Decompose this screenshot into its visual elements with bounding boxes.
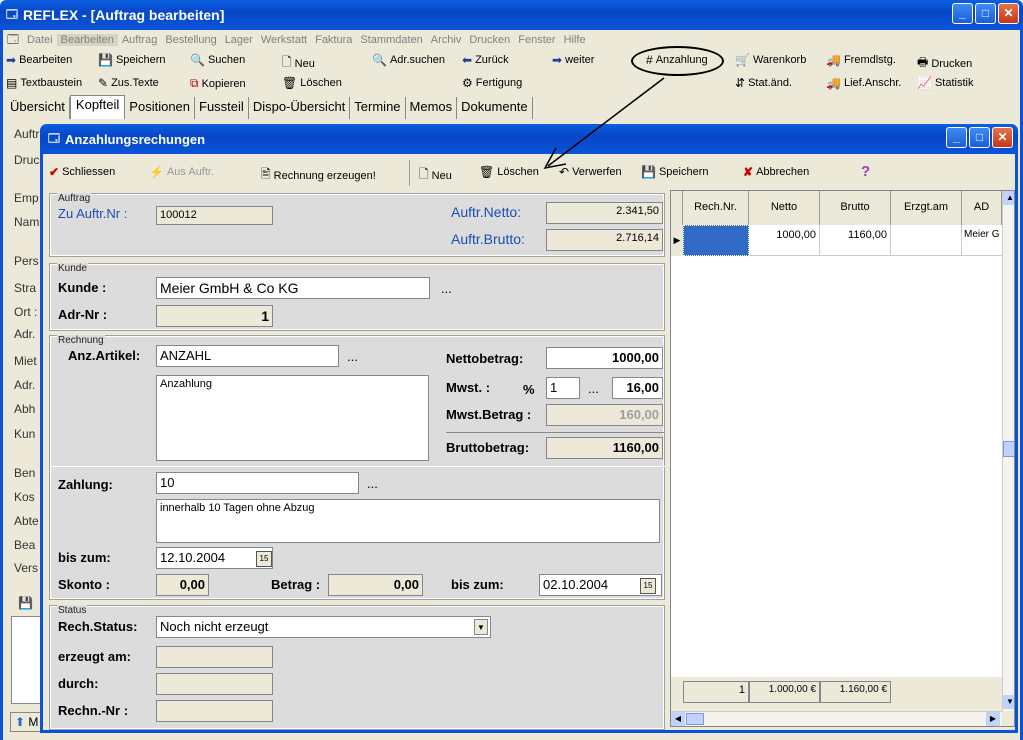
annotation-arrow xyxy=(543,77,665,170)
